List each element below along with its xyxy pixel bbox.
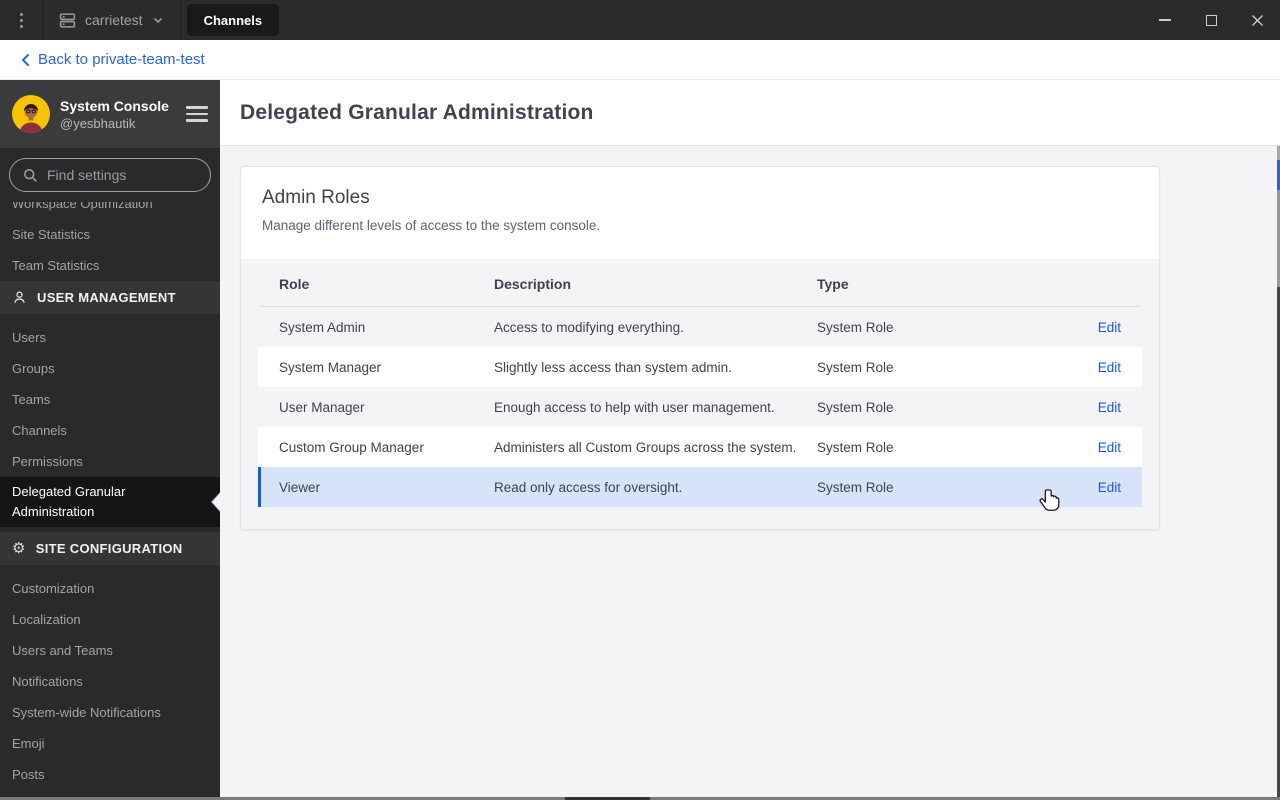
edit-link-system-admin[interactable]: Edit	[1061, 320, 1121, 335]
sidebar-item-emoji[interactable]: Emoji	[0, 728, 220, 759]
cell-role: User Manager	[279, 399, 365, 415]
console-sidebar: System Console @yesbhautik Workspace Opt…	[0, 80, 220, 797]
page-header: Delegated Granular Administration	[220, 80, 1280, 146]
section-label: USER MANAGEMENT	[37, 290, 176, 305]
sidebar-item-site-statistics[interactable]: Site Statistics	[0, 219, 220, 250]
sidebar-item-users-and-teams[interactable]: Users and Teams	[0, 635, 220, 666]
column-header-description: Description	[494, 276, 572, 292]
back-navigation-bar: Back to private-team-test	[0, 40, 1280, 80]
table-row-system-manager: System Manager Slightly less access than…	[258, 347, 1142, 387]
sidebar-item-notifications[interactable]: Notifications	[0, 666, 220, 697]
card-description: Manage different levels of access to the…	[262, 218, 601, 233]
table-row-custom-group-manager: Custom Group Manager Administers all Cus…	[258, 427, 1142, 467]
table-header-row: Role Description Type	[258, 259, 1142, 307]
selected-item-arrow	[212, 493, 220, 511]
column-header-role: Role	[279, 276, 310, 292]
close-icon	[1251, 14, 1263, 26]
minimize-icon	[1159, 19, 1171, 21]
sidebar-item-users[interactable]: Users	[0, 322, 220, 353]
sidebar-item-team-statistics[interactable]: Team Statistics	[0, 250, 220, 281]
server-icon	[59, 12, 76, 29]
sidebar-header: System Console @yesbhautik	[0, 80, 220, 148]
user-icon	[12, 290, 27, 305]
admin-roles-card: Admin Roles Manage different levels of a…	[240, 166, 1160, 530]
menu-icon[interactable]	[186, 102, 208, 126]
search-input[interactable]	[47, 167, 220, 183]
sidebar-search	[0, 148, 220, 202]
sidebar-item-system-wide-notifications[interactable]: System-wide Notifications	[0, 697, 220, 728]
sidebar-item-posts[interactable]: Posts	[0, 759, 220, 790]
cell-role: Viewer	[279, 479, 321, 495]
selected-item-label: Delegated Granular Administration	[12, 484, 126, 519]
search-icon	[23, 168, 38, 183]
sidebar-item-workspace-optimization[interactable]: Workspace Optimization	[0, 202, 220, 219]
main-content: Delegated Granular Administration Admin …	[220, 80, 1280, 797]
sidebar-item-file-sharing-and-downloads[interactable]: File Sharing and Downloads	[0, 790, 220, 797]
section-site-configuration[interactable]: ⚙ SITE CONFIGURATION	[0, 532, 220, 565]
window-titlebar: carrietest Channels	[0, 0, 1280, 40]
cell-description: Slightly less access than system admin.	[494, 359, 732, 375]
cell-type: System Role	[817, 319, 894, 335]
maximize-icon	[1205, 14, 1217, 26]
cell-description: Access to modifying everything.	[494, 319, 684, 335]
avatar	[12, 95, 50, 133]
cell-role: System Admin	[279, 319, 366, 335]
back-link-label: Back to private-team-test	[38, 51, 205, 68]
cell-type: System Role	[817, 479, 894, 495]
console-title: System Console	[60, 97, 169, 114]
cell-description: Read only access for oversight.	[494, 479, 683, 495]
sidebar-item-localization[interactable]: Localization	[0, 604, 220, 635]
cell-role: Custom Group Manager	[279, 439, 424, 455]
card-header: Admin Roles Manage different levels of a…	[241, 167, 1159, 259]
cell-type: System Role	[817, 399, 894, 415]
sidebar-item-customization[interactable]: Customization	[0, 573, 220, 604]
edit-link-user-manager[interactable]: Edit	[1061, 400, 1121, 415]
page-body: Admin Roles Manage different levels of a…	[220, 146, 1280, 550]
gear-icon: ⚙	[12, 540, 26, 557]
app-window: carrietest Channels Back to private-team…	[0, 0, 1280, 800]
chevron-left-icon	[21, 53, 29, 66]
section-user-management[interactable]: USER MANAGEMENT	[0, 281, 220, 314]
tab-channels[interactable]: Channels	[186, 4, 280, 36]
sidebar-nav: Workspace Optimization Site Statistics T…	[0, 202, 220, 797]
back-to-team-link[interactable]: Back to private-team-test	[20, 51, 205, 68]
minimize-button[interactable]	[1142, 0, 1188, 40]
edit-link-system-manager[interactable]: Edit	[1061, 360, 1121, 375]
server-selector[interactable]: carrietest	[42, 0, 181, 40]
table-row-viewer: Viewer Read only access for oversight. S…	[258, 467, 1142, 507]
cell-description: Administers all Custom Groups across the…	[494, 439, 797, 455]
console-username: @yesbhautik	[60, 115, 136, 131]
edit-link-custom-group-manager[interactable]: Edit	[1061, 440, 1121, 455]
sidebar-item-delegated-granular-administration[interactable]: Delegated Granular Administration	[0, 477, 220, 527]
section-label: SITE CONFIGURATION	[35, 541, 183, 556]
chevron-down-icon	[152, 14, 164, 26]
cell-role: System Manager	[279, 359, 382, 375]
column-header-type: Type	[817, 276, 849, 292]
sidebar-item-channels[interactable]: Channels	[0, 415, 220, 446]
card-title: Admin Roles	[262, 187, 370, 208]
page-title: Delegated Granular Administration	[240, 100, 594, 124]
server-name: carrietest	[85, 12, 143, 28]
roles-table: Role Description Type System Admin Acces…	[241, 259, 1159, 529]
table-row-user-manager: User Manager Enough access to help with …	[258, 387, 1142, 427]
sidebar-item-teams[interactable]: Teams	[0, 384, 220, 415]
sidebar-item-groups[interactable]: Groups	[0, 353, 220, 384]
sidebar-item-permissions[interactable]: Permissions	[0, 446, 220, 477]
cell-type: System Role	[817, 359, 894, 375]
cell-description: Enough access to help with user manageme…	[494, 399, 775, 415]
close-button[interactable]	[1234, 0, 1280, 40]
table-row-system-admin: System Admin Access to modifying everyth…	[258, 307, 1142, 347]
cell-type: System Role	[817, 439, 894, 455]
edit-link-viewer[interactable]: Edit	[1061, 480, 1121, 495]
window-controls	[1142, 0, 1280, 40]
maximize-button[interactable]	[1188, 0, 1234, 40]
kebab-menu-icon[interactable]	[0, 0, 42, 40]
